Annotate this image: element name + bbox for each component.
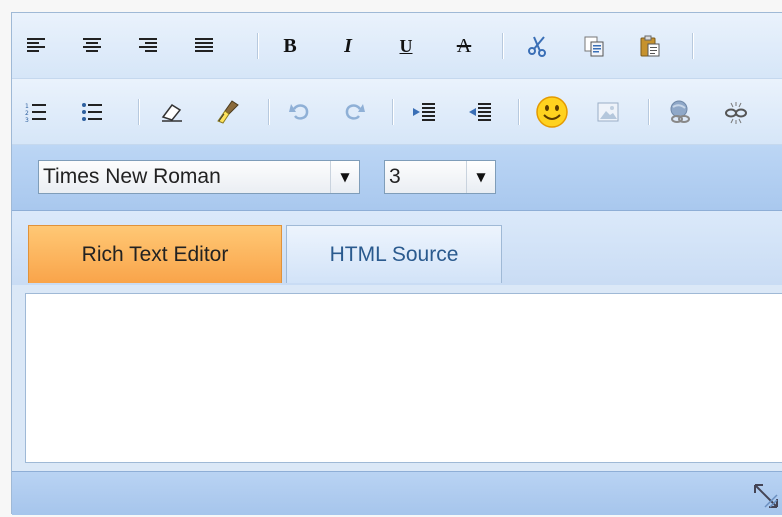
align-left-icon[interactable] [20,30,52,62]
cut-icon[interactable] [522,30,554,62]
strikethrough-icon[interactable]: A [448,30,480,62]
toolbar-separator [502,33,504,59]
clean-format-brush-icon[interactable] [212,96,244,128]
font-family-select[interactable]: Times New Roman ▼ [38,160,360,194]
toolbar-separator [392,99,394,125]
formatting-toolbar: B I U A [12,13,782,79]
toolbar-separator [648,99,650,125]
align-center-icon[interactable] [76,30,108,62]
redo-icon[interactable] [338,96,370,128]
toolbar-separator [268,99,270,125]
font-family-dropdown-arrow-icon[interactable]: ▼ [330,161,359,193]
undo-icon[interactable] [284,96,316,128]
toolbar-separator [518,99,520,125]
indent-icon[interactable] [408,96,440,128]
font-size-dropdown-arrow-icon[interactable]: ▼ [466,161,495,193]
eraser-icon[interactable] [156,96,188,128]
font-size-select[interactable]: 3 ▼ [384,160,496,194]
insert-toolbar: 123 [12,79,782,145]
tab-html-source[interactable]: HTML Source [286,225,502,283]
link-icon[interactable] [664,96,696,128]
font-size-value: 3 [389,165,401,188]
unlink-icon[interactable] [720,96,752,128]
image-icon[interactable] [592,96,624,128]
align-right-icon[interactable] [132,30,164,62]
underline-icon[interactable]: U [390,30,422,62]
toolbar-separator [138,99,140,125]
tab-rich-text-editor[interactable]: Rich Text Editor [28,225,282,283]
align-justify-icon[interactable] [188,30,220,62]
unordered-list-icon[interactable] [76,96,108,128]
resize-grip-icon[interactable] [749,479,782,513]
editor-status-bar [12,471,782,515]
outdent-icon[interactable] [464,96,496,128]
svg-text:3: 3 [25,117,29,122]
copy-icon[interactable] [578,30,610,62]
smiley-icon[interactable] [534,94,570,130]
svg-text:2: 2 [25,110,29,117]
bold-icon[interactable]: B [274,30,306,62]
svg-text:1: 1 [25,103,29,110]
editor-tab-strip: Rich Text Editor HTML Source [12,211,782,285]
font-family-value: Times New Roman [43,165,221,188]
font-toolbar: Times New Roman ▼ 3 ▼ [12,145,782,211]
toolbar-separator [692,33,694,59]
ordered-list-icon[interactable]: 123 [20,96,52,128]
italic-icon[interactable]: I [332,30,364,62]
toolbar-separator [257,33,259,59]
editor-content-area[interactable] [25,293,782,463]
paste-icon[interactable] [634,30,666,62]
rich-text-editor: B I U A 123 Times New Roman ▼ 3 ▼ Rich T… [11,12,782,515]
